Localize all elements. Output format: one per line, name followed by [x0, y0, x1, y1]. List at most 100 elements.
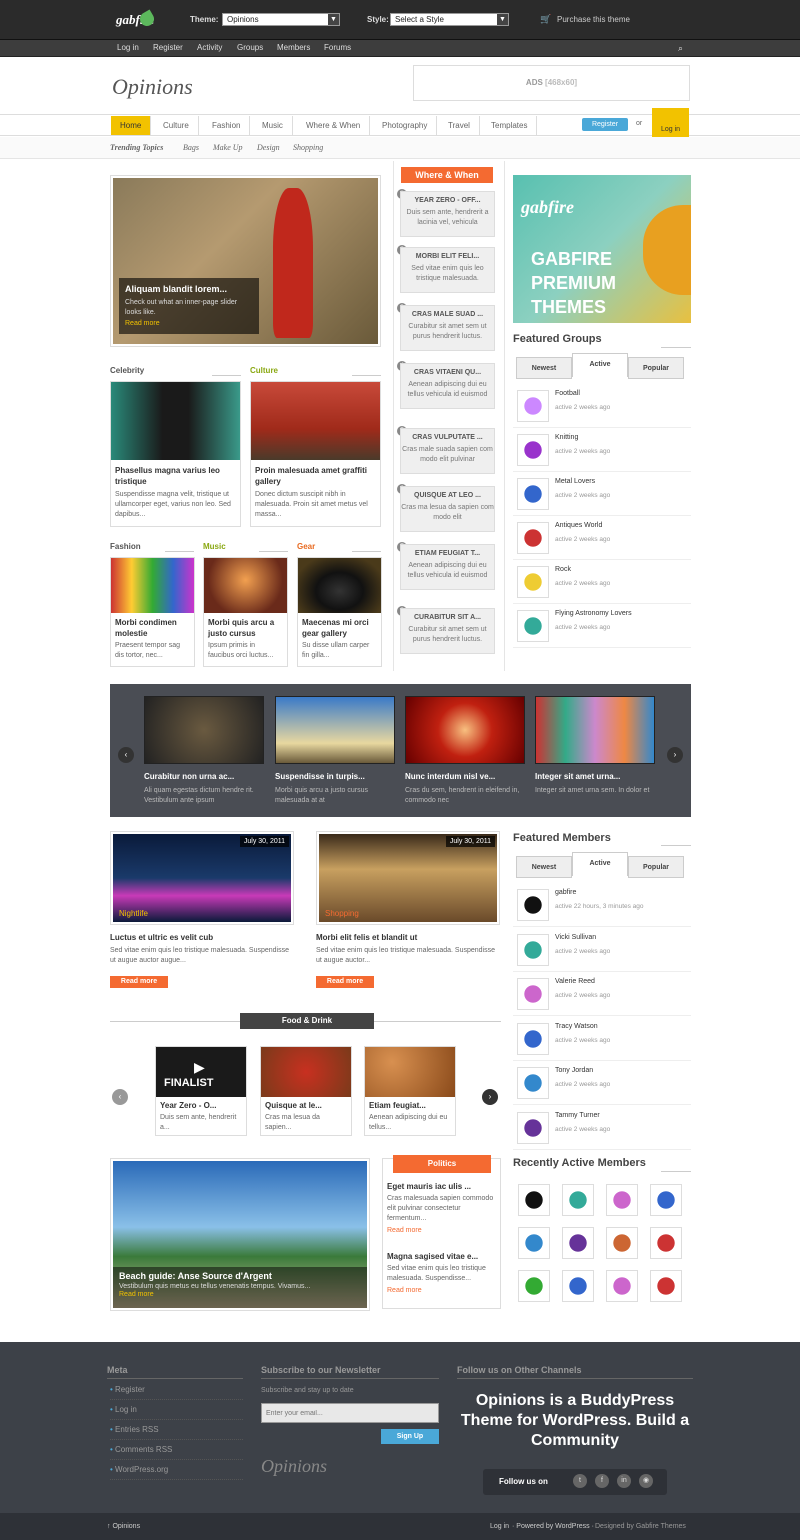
group-avatar[interactable] [517, 610, 549, 642]
prev-arrow-icon[interactable]: ‹ [112, 1089, 128, 1105]
post-card[interactable]: July 30, 2011 Shopping [316, 831, 500, 925]
group-avatar[interactable] [517, 522, 549, 554]
rss-icon[interactable]: ◉ [639, 1474, 653, 1488]
twitter-icon[interactable]: t [573, 1474, 587, 1488]
carousel-item[interactable]: Suspendisse in turpis... Morbi quis arcu … [275, 696, 395, 806]
member-name[interactable]: Tammy Turner [555, 1112, 600, 1119]
bottom-designed[interactable]: Designed by Gabfire Themes [595, 1523, 686, 1530]
nav-login[interactable]: Log in [117, 43, 139, 52]
avatar[interactable] [650, 1227, 682, 1259]
purchase-link[interactable]: Purchase this theme [557, 15, 630, 24]
nav-groups[interactable]: Groups [237, 43, 263, 52]
group-name[interactable]: Football [555, 390, 580, 397]
meta-link[interactable]: • Log in [110, 1400, 243, 1420]
prev-arrow-icon[interactable]: ‹ [118, 747, 134, 763]
avatar[interactable] [517, 1022, 549, 1055]
facebook-icon[interactable]: f [595, 1474, 609, 1488]
cat-music[interactable]: Music [203, 542, 226, 551]
meta-link[interactable]: • Entries RSS [110, 1420, 243, 1440]
email-input[interactable] [261, 1403, 439, 1423]
cat-gear[interactable]: Gear [297, 542, 315, 551]
avatar[interactable] [562, 1270, 594, 1302]
where-when-item[interactable]: CRAS VITAENI QU... Aenean adipiscing dui … [400, 363, 495, 409]
cat-fashion[interactable]: Fashion [110, 542, 141, 551]
group-item[interactable]: Metal Lovers active 2 weeks ago [513, 472, 691, 516]
avatar[interactable] [650, 1184, 682, 1216]
food-item[interactable]: Quisque at le... Cras ma lesua da sapien… [260, 1046, 352, 1136]
post-title[interactable]: Luctus et ultric es velit cub [110, 932, 213, 943]
meta-link[interactable]: • WordPress.org [110, 1460, 243, 1480]
avatar[interactable] [650, 1270, 682, 1302]
group-name[interactable]: Flying Astronomy Lovers [555, 610, 632, 617]
group-item[interactable]: Flying Astronomy Lovers active 2 weeks ag… [513, 604, 691, 648]
where-when-item[interactable]: CRAS MALE SUAD ... Curabitur sit amet sem… [400, 305, 495, 351]
next-arrow-icon[interactable]: › [667, 747, 683, 763]
post-title[interactable]: Morbi condimen molestie [115, 617, 190, 639]
featured-readmore[interactable]: Read more [125, 320, 253, 327]
nav-activity[interactable]: Activity [197, 43, 222, 52]
avatar[interactable] [517, 1067, 549, 1099]
search-icon[interactable]: ⌕ [678, 43, 683, 54]
tab-travel[interactable]: Travel [439, 116, 480, 135]
read-more-button[interactable]: Read more [316, 976, 374, 988]
tab-newest[interactable]: Newest [516, 856, 572, 878]
tab-active[interactable]: Active [572, 353, 628, 377]
avatar[interactable] [518, 1270, 550, 1302]
member-item[interactable]: Valerie Reed active 2 weeks ago [513, 972, 691, 1016]
tab-newest[interactable]: Newest [516, 357, 572, 379]
bottom-powered[interactable]: · Powered by WordPress · [512, 1523, 594, 1530]
tab-templates[interactable]: Templates [482, 116, 538, 135]
group-avatar[interactable] [517, 434, 549, 466]
trending-bags[interactable]: Bags [183, 143, 199, 152]
group-item[interactable]: Rock active 2 weeks ago [513, 560, 691, 604]
bottom-login[interactable]: Log in [490, 1523, 509, 1530]
where-when-item[interactable]: MORBI ELIT FELI... Sed vitae enim quis le… [400, 247, 495, 293]
member-item[interactable]: gabfire active 22 hours, 3 minutes ago [513, 883, 691, 927]
linkedin-icon[interactable]: in [617, 1474, 631, 1488]
food-item[interactable]: FINALIST ▶ Year Zero - O... Duis sem ante… [155, 1046, 247, 1136]
avatar[interactable] [517, 933, 549, 966]
next-arrow-icon[interactable]: › [482, 1089, 498, 1105]
avatar[interactable] [517, 978, 549, 1010]
politics-item[interactable]: Eget mauris iac ulis ... Cras malesuada … [387, 1181, 497, 1234]
politics-readmore[interactable]: Read more [387, 1227, 497, 1234]
tab-popular[interactable]: Popular [628, 357, 684, 379]
play-icon[interactable]: ▶ [194, 1059, 205, 1076]
nav-forums[interactable]: Forums [324, 43, 351, 52]
nav-register[interactable]: Register [153, 43, 183, 52]
post-card[interactable]: Morbi quis arcu a justo cursus Ipsum pri… [203, 557, 288, 667]
where-when-item[interactable]: QUISQUE AT LEO ... Cras ma lesua da sapie… [400, 486, 495, 532]
group-avatar[interactable] [517, 478, 549, 510]
post-card[interactable]: Morbi condimen molestie Praesent tempor … [110, 557, 195, 667]
member-name[interactable]: Tony Jordan [555, 1067, 593, 1074]
ads-banner[interactable]: ADS [468x60] [413, 65, 690, 101]
member-item[interactable]: Tammy Turner active 2 weeks ago [513, 1106, 691, 1150]
group-item[interactable]: Football active 2 weeks ago [513, 384, 691, 428]
meta-link[interactable]: • Comments RSS [110, 1440, 243, 1460]
group-item[interactable]: Antiques World active 2 weeks ago [513, 516, 691, 560]
food-item[interactable]: Etiam feugiat... Aenean adipiscing dui e… [364, 1046, 456, 1136]
post-title[interactable]: Maecenas mi orci gear gallery [302, 617, 377, 639]
cat-culture[interactable]: Culture [250, 366, 278, 375]
trending-makeup[interactable]: Make Up [213, 143, 243, 152]
avatar[interactable] [606, 1184, 638, 1216]
post-card[interactable]: Phasellus magna varius leo tristique Sus… [110, 381, 241, 527]
cat-celebrity[interactable]: Celebrity [110, 366, 144, 375]
avatar[interactable] [517, 1111, 549, 1144]
nav-members[interactable]: Members [277, 43, 310, 52]
trending-design[interactable]: Design [257, 143, 280, 152]
group-name[interactable]: Rock [555, 566, 571, 573]
group-name[interactable]: Antiques World [555, 522, 602, 529]
meta-link[interactable]: • Register [110, 1380, 243, 1400]
featured-post[interactable]: Aliquam blandit lorem... Check out what … [110, 175, 381, 347]
avatar[interactable] [606, 1227, 638, 1259]
post-card[interactable]: Proin malesuada amet graffiti gallery Do… [250, 381, 381, 527]
where-when-item[interactable]: ETIAM FEUGIAT T... Aenean adipiscing dui … [400, 544, 495, 590]
avatar[interactable] [562, 1184, 594, 1216]
tab-popular[interactable]: Popular [628, 856, 684, 878]
member-name[interactable]: Valerie Reed [555, 978, 595, 985]
trending-shopping[interactable]: Shopping [293, 143, 323, 152]
avatar[interactable] [518, 1184, 550, 1216]
tab-active[interactable]: Active [572, 852, 628, 876]
group-name[interactable]: Metal Lovers [555, 478, 595, 485]
